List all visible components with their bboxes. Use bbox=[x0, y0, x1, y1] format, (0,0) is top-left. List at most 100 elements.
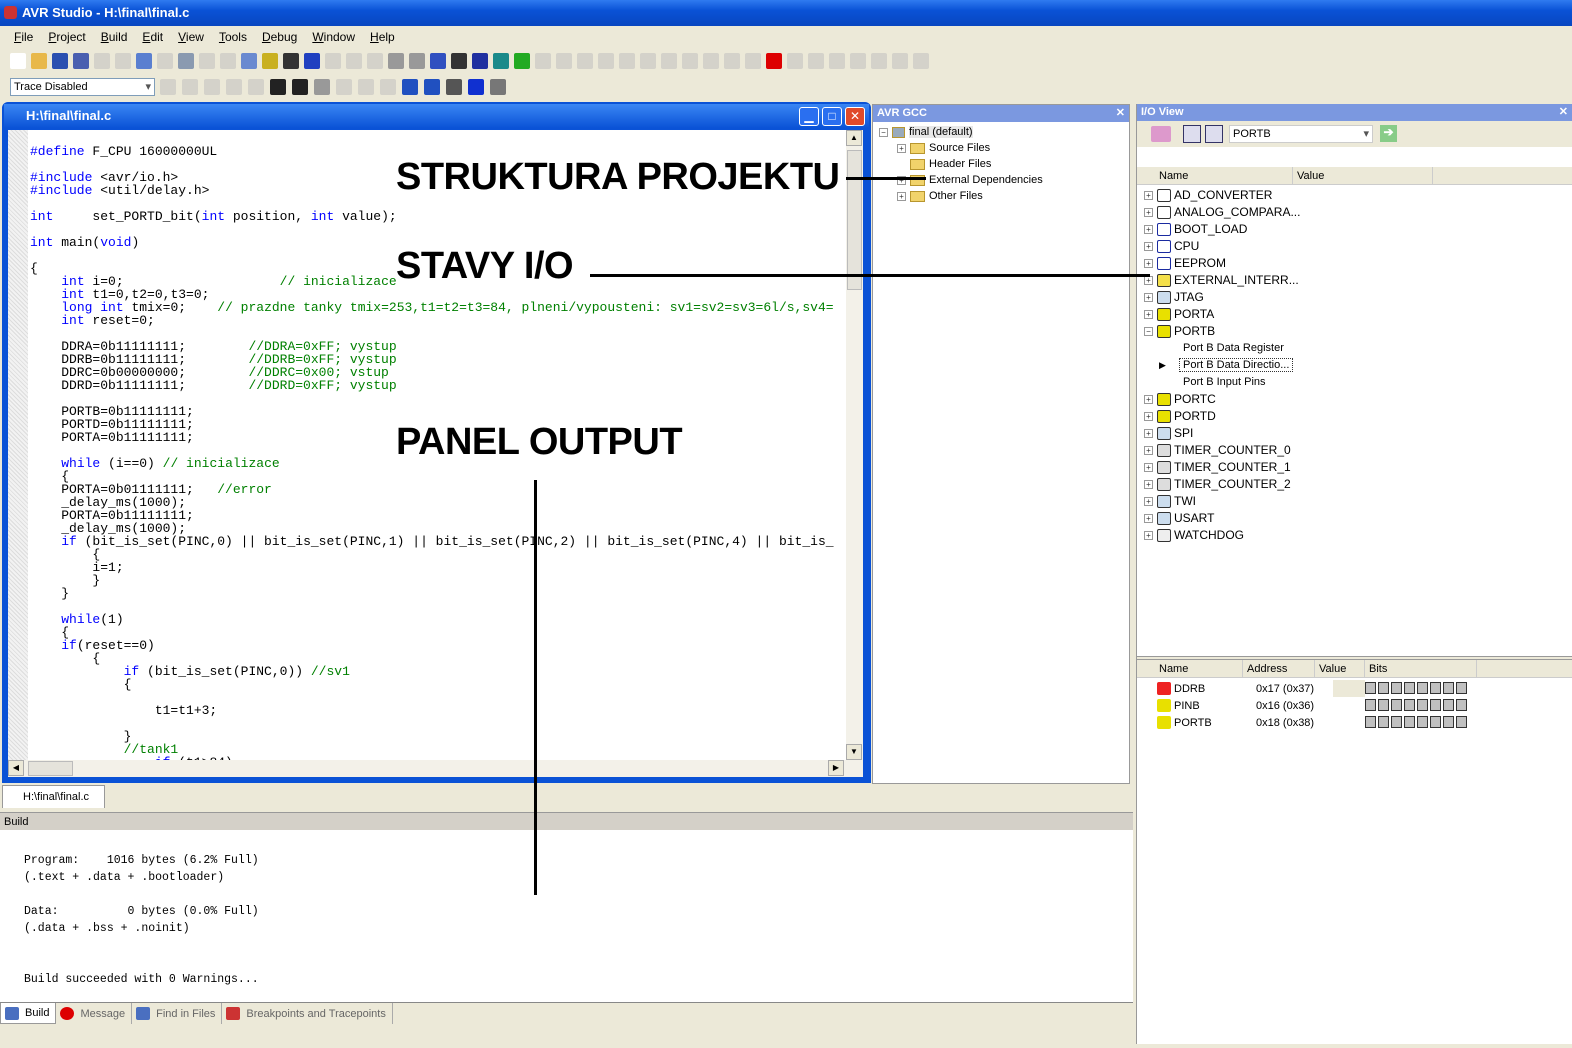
toolbar-icon[interactable] bbox=[220, 53, 236, 69]
toolbar-icon[interactable] bbox=[871, 53, 887, 69]
menu-build[interactable]: Build bbox=[101, 27, 128, 47]
toolbar-icon[interactable] bbox=[430, 53, 446, 69]
toolbar-icon[interactable] bbox=[745, 53, 761, 69]
register-row[interactable]: DDRB 0x17 (0x37) bbox=[1137, 680, 1572, 697]
tab-find-in-files[interactable]: Find in Files bbox=[132, 1003, 223, 1024]
go-arrow-icon[interactable]: ➔ bbox=[1380, 125, 1397, 142]
collapse-icon[interactable]: − bbox=[1144, 327, 1153, 337]
toolbar-icon[interactable] bbox=[402, 79, 418, 95]
toolbar-icon[interactable] bbox=[556, 53, 572, 69]
io-tree-item[interactable]: + EXTERNAL_INTERR... bbox=[1137, 272, 1572, 289]
expand-icon[interactable]: + bbox=[1144, 259, 1153, 269]
io-tree-item[interactable]: + AD_CONVERTER bbox=[1137, 187, 1572, 204]
expand-icon[interactable]: + bbox=[1144, 446, 1153, 456]
tab-breakpoints-and-tracepoints[interactable]: Breakpoints and Tracepoints bbox=[222, 1003, 393, 1024]
bit-checkbox[interactable] bbox=[1456, 682, 1467, 694]
toolbar-icon[interactable] bbox=[829, 53, 845, 69]
bit-checkbox[interactable] bbox=[1391, 716, 1402, 728]
toolbar-icon[interactable] bbox=[292, 79, 308, 95]
filter-icon[interactable] bbox=[1151, 126, 1171, 142]
expand-icon[interactable]: + bbox=[1144, 429, 1153, 439]
toolbar-icon[interactable] bbox=[204, 79, 220, 95]
toolbar-icon[interactable] bbox=[270, 79, 286, 95]
toolbar-icon[interactable] bbox=[73, 53, 89, 69]
bit-checkbox[interactable] bbox=[1404, 716, 1415, 728]
io-tree-item[interactable]: Port B Data Register bbox=[1137, 340, 1572, 357]
toolbar-icon[interactable] bbox=[640, 53, 656, 69]
tab-message[interactable]: Message bbox=[56, 1003, 133, 1024]
io-tree-item[interactable]: + USART bbox=[1137, 510, 1572, 527]
bit-checkbox[interactable] bbox=[1391, 682, 1402, 694]
bit-checkbox[interactable] bbox=[1378, 716, 1389, 728]
toolbar-icon[interactable] bbox=[241, 53, 257, 69]
register-row[interactable]: PORTB 0x18 (0x38) bbox=[1137, 714, 1572, 731]
column-address[interactable]: Address bbox=[1243, 660, 1315, 677]
bit-checkbox[interactable] bbox=[1404, 699, 1415, 711]
menu-file[interactable]: File bbox=[14, 27, 33, 47]
toolbar-icon[interactable] bbox=[283, 53, 299, 69]
toolbar-icon[interactable] bbox=[314, 79, 330, 95]
toolbar-icon[interactable] bbox=[490, 79, 506, 95]
bit-checkbox[interactable] bbox=[1365, 699, 1376, 711]
expand-icon[interactable]: + bbox=[1144, 531, 1153, 541]
expand-icon[interactable]: + bbox=[1144, 310, 1153, 320]
toolbar-icon[interactable] bbox=[493, 53, 509, 69]
project-folder[interactable]: +Header Files bbox=[897, 156, 1129, 172]
register-bits[interactable] bbox=[1365, 699, 1467, 711]
io-tree-item[interactable]: + SPI bbox=[1137, 425, 1572, 442]
scroll-up-button[interactable]: ▲ bbox=[846, 130, 862, 146]
toolbar-icon[interactable] bbox=[787, 53, 803, 69]
close-icon[interactable]: ✕ bbox=[1559, 104, 1568, 121]
io-tree-item[interactable]: + TWI bbox=[1137, 493, 1572, 510]
collapse-icon[interactable]: − bbox=[879, 127, 888, 137]
expand-icon[interactable]: + bbox=[1144, 412, 1153, 422]
expand-icon[interactable]: + bbox=[1144, 276, 1153, 286]
io-tree-item[interactable]: + CPU bbox=[1137, 238, 1572, 255]
scroll-left-button[interactable]: ◀ bbox=[8, 760, 24, 776]
bit-checkbox[interactable] bbox=[1417, 699, 1428, 711]
toolbar-icon[interactable] bbox=[409, 53, 425, 69]
toolbar-icon[interactable] bbox=[178, 53, 194, 69]
column-reg-name[interactable]: Name bbox=[1137, 660, 1243, 677]
expand-icon[interactable]: + bbox=[1144, 293, 1153, 303]
toolbar-icon[interactable] bbox=[367, 53, 383, 69]
toolbar-icon[interactable] bbox=[304, 53, 320, 69]
toolbar-icon[interactable] bbox=[325, 53, 341, 69]
io-tree-item[interactable]: + TIMER_COUNTER_0 bbox=[1137, 442, 1572, 459]
toolbar-icon[interactable] bbox=[472, 53, 488, 69]
tab-editor-file[interactable]: H:\final\final.c bbox=[2, 785, 105, 808]
expand-icon[interactable]: + bbox=[897, 143, 906, 153]
io-tree-item[interactable]: + ANALOG_COMPARA... bbox=[1137, 204, 1572, 221]
menu-view[interactable]: View bbox=[178, 27, 204, 47]
io-tree-item[interactable]: + PORTC bbox=[1137, 391, 1572, 408]
toolbar-icon[interactable] bbox=[157, 53, 173, 69]
toolbar-icon[interactable] bbox=[160, 79, 176, 95]
bit-checkbox[interactable] bbox=[1417, 682, 1428, 694]
io-tree-item[interactable]: + EEPROM bbox=[1137, 255, 1572, 272]
toolbar-icon[interactable] bbox=[892, 53, 908, 69]
project-root[interactable]: − final (default) bbox=[879, 124, 1129, 140]
bit-checkbox[interactable] bbox=[1378, 699, 1389, 711]
bit-checkbox[interactable] bbox=[1430, 682, 1441, 694]
toolbar-icon[interactable] bbox=[388, 53, 404, 69]
io-tree-item[interactable]: + PORTA bbox=[1137, 306, 1572, 323]
expand-icon[interactable]: + bbox=[1144, 395, 1153, 405]
column-name[interactable]: Name bbox=[1137, 167, 1293, 184]
toolbar-icon[interactable] bbox=[766, 53, 782, 69]
io-tree-item[interactable]: + TIMER_COUNTER_1 bbox=[1137, 459, 1572, 476]
toolbar-icon[interactable] bbox=[336, 79, 352, 95]
expand-icon[interactable]: + bbox=[897, 191, 906, 201]
expand-icon[interactable]: + bbox=[1144, 497, 1153, 507]
scroll-right-button[interactable]: ▶ bbox=[828, 760, 844, 776]
expand-icon[interactable]: + bbox=[1144, 514, 1153, 524]
register-bits[interactable] bbox=[1365, 682, 1467, 694]
toolbar-icon[interactable] bbox=[94, 53, 110, 69]
toolbar-icon[interactable] bbox=[226, 79, 242, 95]
toolbar-icon[interactable] bbox=[577, 53, 593, 69]
bit-checkbox[interactable] bbox=[1430, 716, 1441, 728]
expand-icon[interactable]: + bbox=[1144, 480, 1153, 490]
project-folder[interactable]: + External Dependencies bbox=[897, 172, 1129, 188]
tab-build[interactable]: Build bbox=[0, 1003, 57, 1024]
io-register-select[interactable]: PORTB bbox=[1229, 125, 1373, 143]
toolbar-icon[interactable] bbox=[514, 53, 530, 69]
